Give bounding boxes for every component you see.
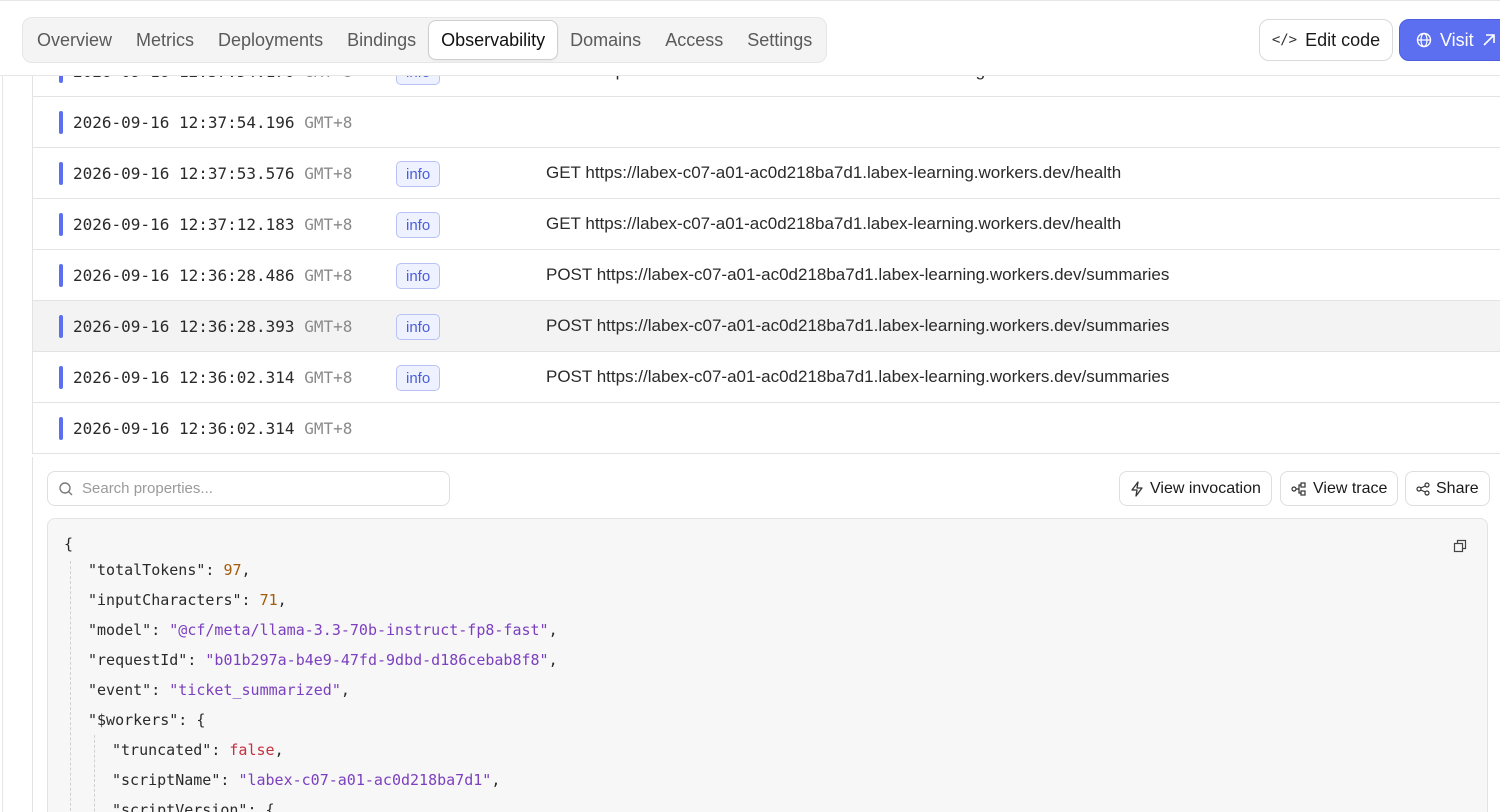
timezone: GMT+8 [304,214,353,234]
tab-deployments[interactable]: Deployments [206,20,335,60]
view-trace-label: View trace [1313,479,1388,497]
json-line: "requestId": "b01b297a-b4e9-47fd-9dbd-d1… [88,651,558,669]
log-message: POST https://labex-c07-a01-ac0d218ba7d1.… [546,367,1170,386]
tab-bar: Overview Metrics Deployments Bindings Ob… [22,17,828,63]
code-icon: </> [1271,32,1298,48]
json-line: "$workers": { [88,711,206,729]
table-row[interactable]: 2026-09-16 12:36:02.314 GMT+8 info POST … [33,352,1500,403]
row-indicator [59,111,63,134]
top-navigation-bar: Overview Metrics Deployments Bindings Ob… [0,0,1500,76]
row-indicator [59,213,63,236]
edit-code-label: Edit code [1305,29,1381,50]
view-invocation-button[interactable]: View invocation [1119,471,1272,506]
json-line: "scriptName": "labex-c07-a01-ac0d218ba7d… [112,771,501,789]
json-line: "model": "@cf/meta/llama-3.3-70b-instruc… [88,621,558,639]
share-button[interactable]: Share [1405,471,1490,506]
search-icon [59,481,73,495]
level-badge: info [396,365,441,391]
table-row[interactable]: 2026-09-16 12:37:54.196 GMT+8 [33,97,1500,148]
json-line: "truncated": false, [112,741,284,759]
log-message: POST https://labex-c07-a01-ac0d218ba7d1.… [546,265,1170,284]
timezone: GMT+8 [304,418,353,438]
table-row[interactable]: 2026-09-16 12:37:12.183 GMT+8 info GET h… [33,199,1500,250]
share-icon [1416,481,1430,496]
log-message: GET https://labex-c07-a01-ac0d218ba7d1.l… [546,163,1122,182]
json-line: "inputCharacters": 71, [88,591,287,609]
tab-access[interactable]: Access [653,20,735,60]
timestamp: 2026-09-16 12:37:12.183 [73,214,295,234]
arrow-up-right-icon [1483,34,1495,46]
tab-observability[interactable]: Observability [428,20,559,60]
copy-icon[interactable] [1453,539,1467,553]
json-line: "totalTokens": 97, [88,561,251,579]
tab-metrics[interactable]: Metrics [124,20,206,60]
log-detail-panel: View invocation View trace Share { "t [32,457,1500,812]
timezone: GMT+8 [304,265,353,285]
tab-overview[interactable]: Overview [25,20,124,60]
timestamp: 2026-09-16 12:37:54.196 [73,112,295,132]
timezone: GMT+8 [304,316,353,336]
trace-icon [1291,481,1306,496]
table-row-selected[interactable]: 2026-09-16 12:36:28.393 GMT+8 info POST … [33,301,1500,352]
tab-domains[interactable]: Domains [558,20,653,60]
edit-code-button[interactable]: </> Edit code [1259,19,1393,61]
tab-settings[interactable]: Settings [735,20,824,60]
row-indicator [59,315,63,338]
indent-guide [94,735,95,812]
left-divider [2,76,3,812]
json-line: "scriptVersion": { [112,801,275,812]
log-message: GET https://labex-c07-a01-ac0d218ba7d1.l… [546,214,1122,233]
timezone: GMT+8 [304,367,353,387]
timestamp: 2026-09-16 12:36:02.314 [73,418,295,438]
share-label: Share [1436,479,1479,497]
table-row[interactable]: 2026-09-16 12:36:28.486 GMT+8 info POST … [33,250,1500,301]
tab-bindings[interactable]: Bindings [335,20,428,60]
search-properties-field[interactable] [47,471,450,506]
row-indicator [59,264,63,287]
globe-icon [1416,32,1432,48]
level-badge: info [396,212,441,238]
view-trace-button[interactable]: View trace [1280,471,1399,506]
timestamp: 2026-09-16 12:37:53.576 [73,163,295,183]
level-badge: info [396,263,441,289]
json-line: { [64,535,74,553]
table-row-expanded[interactable]: 2026-09-16 12:36:02.314 GMT+8 [33,403,1500,454]
timestamp: 2026-09-16 12:36:28.486 [73,265,295,285]
view-invocation-label: View invocation [1150,479,1261,497]
timezone: GMT+8 [304,163,353,183]
timestamp: 2026-09-16 12:36:28.393 [73,316,295,336]
log-list: 2026-09-16 12:37:54.170 GMT+8 info POST … [32,46,1500,454]
json-viewer: { "totalTokens": 97, "inputCharacters": … [47,518,1488,812]
level-badge: info [396,161,441,187]
indent-guide [70,561,71,812]
row-indicator [59,162,63,185]
row-indicator [59,366,63,389]
level-badge: info [396,314,441,340]
json-line: "event": "ticket_summarized", [88,681,350,699]
timezone: GMT+8 [304,112,353,132]
table-row[interactable]: 2026-09-16 12:37:53.576 GMT+8 info GET h… [33,148,1500,199]
visit-label: Visit [1440,29,1474,50]
row-indicator [59,417,63,440]
search-properties-input[interactable] [82,480,432,497]
log-message: POST https://labex-c07-a01-ac0d218ba7d1.… [546,316,1170,335]
visit-button[interactable]: Visit [1399,19,1500,61]
timestamp: 2026-09-16 12:36:02.314 [73,367,295,387]
lightning-icon [1131,480,1143,497]
